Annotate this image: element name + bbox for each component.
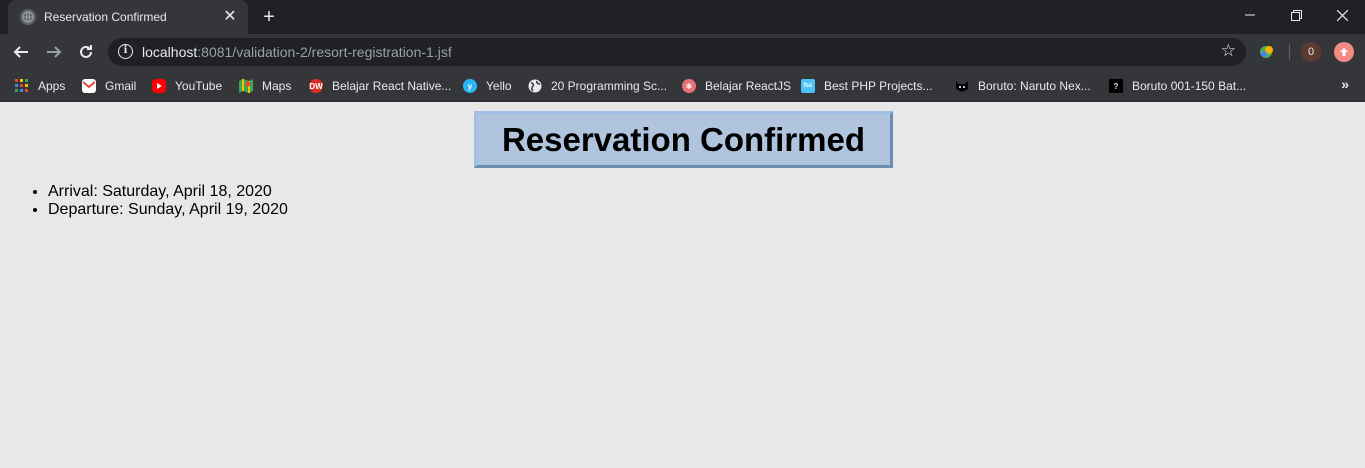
heading-box: Reservation Confirmed [474, 111, 893, 168]
yello-icon: y [463, 79, 477, 93]
url-host: localhost [142, 44, 198, 60]
bookmark-label: Boruto 001-150 Bat... [1132, 79, 1247, 93]
forward-arrow-icon [47, 46, 62, 58]
browser-toolbar: i localhost:8081/validation-2/resort-reg… [0, 34, 1365, 70]
page-title: Reservation Confirmed [501, 120, 866, 158]
bookmark-label: Best PHP Projects... [824, 79, 933, 93]
bookmark-label: Belajar ReactJS [705, 79, 792, 93]
bookmark-yello[interactable]: y Yello [463, 77, 512, 95]
close-icon [1336, 9, 1348, 21]
youtube-icon [152, 79, 166, 93]
back-button[interactable] [8, 39, 34, 65]
forward-button[interactable] [41, 39, 67, 65]
tab-close-icon[interactable]: ✕ [222, 9, 238, 25]
bookmark-label: Maps [262, 79, 292, 93]
bookmark-label: Gmail [105, 79, 137, 93]
profile-avatar[interactable] [1334, 42, 1354, 62]
restore-icon [1290, 9, 1302, 21]
extension-badge-icon[interactable]: 0 [1301, 42, 1321, 62]
arrival-item: Arrival: Saturday, April 18, 2020 [48, 183, 288, 201]
bookmark-youtube[interactable]: YouTube [152, 77, 222, 95]
back-arrow-icon [13, 46, 28, 58]
address-url[interactable]: localhost:8081/validation-2/resort-regis… [142, 44, 452, 60]
apps-grid-icon [15, 79, 29, 93]
bookmark-label: Belajar React Native... [332, 79, 452, 93]
bookmark-label: YouTube [175, 79, 223, 93]
bookmark-boruto-naruto[interactable]: Boruto: Naruto Nex... [955, 77, 1091, 95]
page-content: Reservation Confirmed Arrival: Saturday,… [0, 103, 1365, 468]
departure-item: Departure: Sunday, April 19, 2020 [48, 201, 288, 219]
bookmark-maps[interactable]: Maps [239, 77, 291, 95]
bookmark-20-programming[interactable]: 20 Programming Sc... [528, 77, 667, 95]
boruto-naruto-icon [955, 79, 969, 93]
boruto-batch-icon: ? [1109, 79, 1123, 93]
bookmark-boruto-batch[interactable]: ? Boruto 001-150 Bat... [1109, 77, 1246, 95]
close-window-button[interactable] [1319, 0, 1365, 30]
minimize-button[interactable] [1227, 0, 1273, 30]
minimize-icon [1245, 14, 1255, 16]
new-tab-button[interactable]: + [258, 6, 280, 28]
globe-icon [528, 79, 542, 93]
maps-icon [239, 79, 253, 93]
reservation-details-list: Arrival: Saturday, April 18, 2020 Depart… [48, 183, 288, 219]
tab-strip: Reservation Confirmed ✕ + [0, 0, 1365, 34]
bookmark-gmail[interactable]: Gmail [82, 77, 136, 95]
restore-button[interactable] [1273, 0, 1319, 30]
tab-title: Reservation Confirmed [44, 10, 167, 24]
bookmark-label: Boruto: Naruto Nex... [978, 79, 1091, 93]
bookmark-belajar-react-native[interactable]: DW Belajar React Native... [309, 77, 451, 95]
gmail-icon [82, 79, 96, 93]
address-bar[interactable]: i localhost:8081/validation-2/resort-reg… [108, 38, 1246, 66]
bookmark-best-php-projects[interactable]: fsc Best PHP Projects... [801, 77, 933, 95]
toolbar-divider [1289, 44, 1290, 60]
bookmarks-bar: Apps Gmail YouTube Maps DW Belajar React… [0, 70, 1365, 102]
url-path: :8081/validation-2/resort-registration-1… [197, 44, 452, 60]
php-projects-icon: fsc [801, 79, 815, 93]
reload-icon [80, 45, 92, 58]
bookmark-belajar-reactjs[interactable]: ⚛ Belajar ReactJS [682, 77, 791, 95]
bookmark-label: 20 Programming Sc... [551, 79, 668, 93]
site-info-icon[interactable]: i [118, 44, 133, 59]
upload-icon [1340, 48, 1348, 56]
globe-favicon-icon [20, 9, 36, 25]
belajar-reactjs-icon: ⚛ [682, 79, 696, 93]
bookmarks-overflow-icon[interactable]: » [1341, 76, 1349, 92]
browser-tab[interactable]: Reservation Confirmed ✕ [8, 0, 248, 34]
reload-button[interactable] [73, 39, 99, 65]
bookmark-apps[interactable]: Apps [15, 77, 65, 95]
extension-icon[interactable] [1257, 42, 1277, 62]
bookmark-star-icon[interactable]: ☆ [1221, 41, 1236, 61]
belajar-react-native-icon: DW [309, 79, 323, 93]
bookmark-label: Yello [486, 79, 512, 93]
bookmark-label: Apps [38, 79, 66, 93]
